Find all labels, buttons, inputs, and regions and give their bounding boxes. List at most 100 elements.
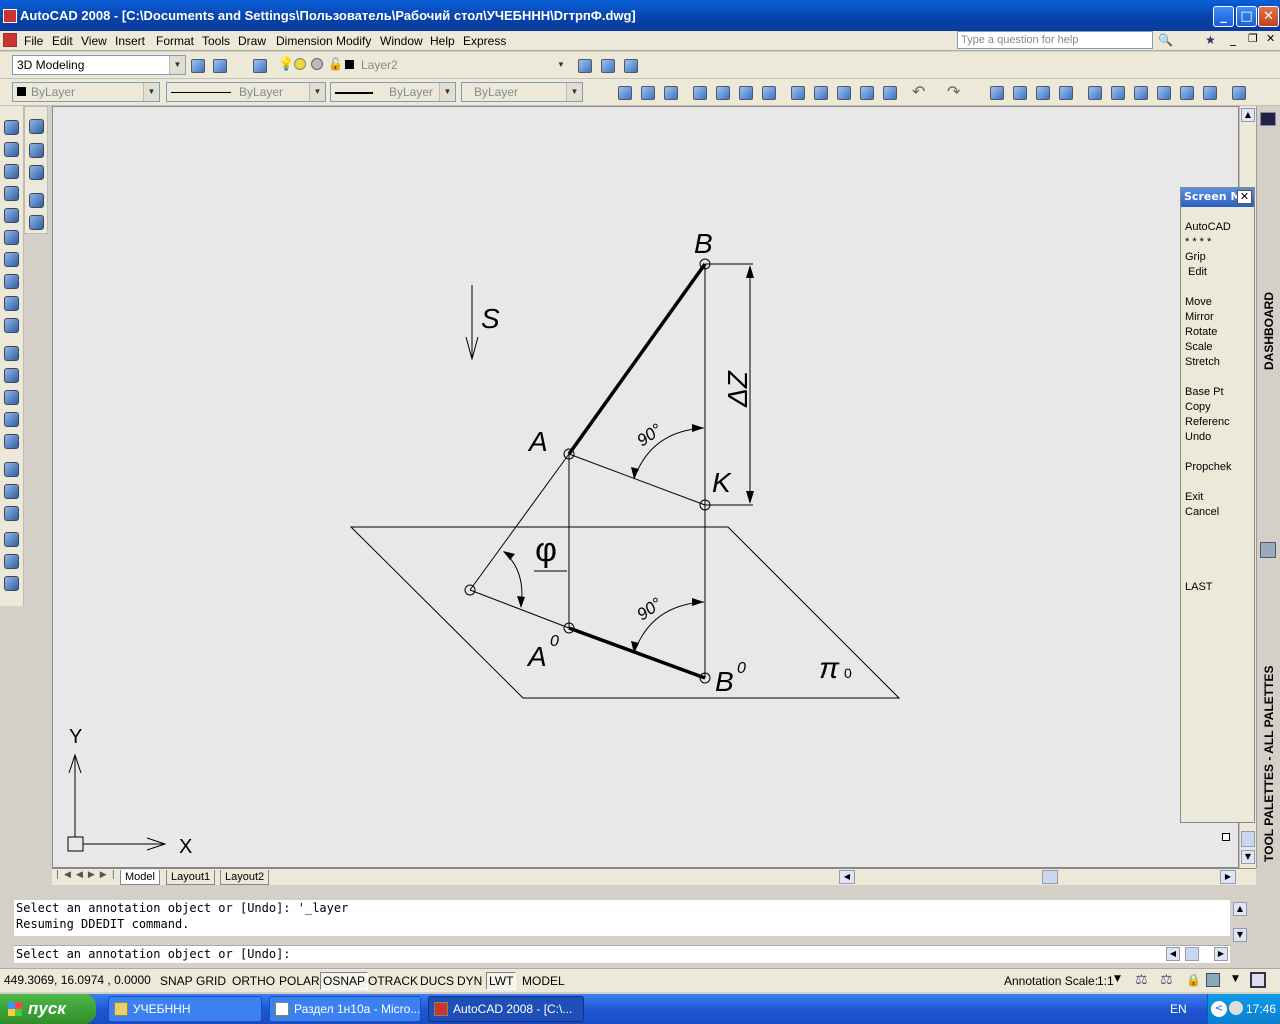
dashboard-icon[interactable] — [1260, 112, 1276, 126]
drawing-canvas[interactable]: B A K S ΔZ φ A 0 B 0 π 0 90° 90° Y X — [52, 106, 1239, 868]
sphere-icon[interactable] — [1, 206, 21, 224]
screen-menu-item[interactable]: LAST — [1185, 581, 1213, 593]
menu-dimension[interactable]: Dimension — [276, 34, 333, 48]
help-icon[interactable] — [1229, 83, 1247, 101]
sweep-icon[interactable] — [1, 388, 21, 406]
loft-icon[interactable] — [1, 432, 21, 450]
layer-properties-icon[interactable] — [250, 56, 268, 74]
chevron-down-icon[interactable]: ▼ — [1232, 974, 1239, 984]
tolerance-icon[interactable] — [26, 213, 46, 231]
resize-grip-icon[interactable] — [1222, 833, 1230, 841]
baseline-dimension-icon[interactable] — [26, 163, 46, 181]
cmd-hscroll-thumb[interactable] — [1185, 947, 1199, 961]
pyramid-icon[interactable] — [1, 272, 21, 290]
language-indicator[interactable]: EN — [1170, 1002, 1187, 1016]
screen-menu-item[interactable]: Scale — [1185, 341, 1213, 353]
cut-icon[interactable] — [788, 83, 806, 101]
toolbar-lock-icon[interactable]: 🔒 — [1186, 973, 1201, 987]
plotstyle-select[interactable]: ByLayer ▼ — [461, 82, 583, 102]
screen-menu-item[interactable]: Copy — [1185, 401, 1211, 413]
publish-icon[interactable] — [736, 83, 754, 101]
lineweight-select[interactable]: ByLayer ▼ — [330, 82, 456, 102]
menu-tools[interactable]: Tools — [202, 34, 230, 48]
sheet-set-icon[interactable] — [1154, 83, 1172, 101]
zoom-realtime-icon[interactable] — [1010, 83, 1028, 101]
undo-icon[interactable]: ↶ — [912, 82, 925, 101]
layer-select[interactable]: Layer2 ▼ — [356, 55, 570, 75]
color-select[interactable]: ByLayer ▼ — [12, 82, 160, 102]
lwt-toggle[interactable]: LWT — [486, 972, 517, 990]
tool-palettes-icon[interactable] — [1260, 542, 1276, 558]
ducs-toggle[interactable]: DUCS — [417, 972, 457, 990]
screen-menu-item[interactable]: Mirror — [1185, 311, 1214, 323]
taskbar-item-folder[interactable]: УЧЕБННН — [108, 996, 262, 1022]
clean-screen-icon[interactable] — [1250, 972, 1266, 988]
annotation-scale-value[interactable]: 1:1 — [1097, 974, 1114, 988]
hscroll-thumb[interactable] — [1042, 870, 1058, 884]
lock-icon[interactable]: 🔓 — [328, 57, 343, 71]
workspace-settings-icon[interactable] — [188, 56, 206, 74]
screen-menu-item[interactable]: Cancel — [1185, 506, 1219, 518]
otrack-toggle[interactable]: OTRACK — [365, 972, 421, 990]
plot-preview-icon[interactable] — [713, 83, 731, 101]
workspace-select[interactable]: 3D Modeling ▼ — [12, 55, 186, 75]
screen-menu-item[interactable]: Grip — [1185, 251, 1206, 263]
model-toggle[interactable]: MODEL — [519, 972, 568, 990]
lightbulb-icon[interactable]: 💡 — [278, 57, 294, 72]
design-center-icon[interactable] — [1108, 83, 1126, 101]
menu-format[interactable]: Format — [156, 34, 194, 48]
autocad-app-icon[interactable] — [3, 9, 17, 23]
segment-ab[interactable] — [567, 262, 707, 456]
intersect-icon[interactable] — [1, 504, 21, 522]
copy-icon[interactable] — [811, 83, 829, 101]
dyn-toggle[interactable]: DYN — [454, 972, 485, 990]
sun-icon[interactable] — [294, 58, 306, 70]
polar-toggle[interactable]: POLAR — [276, 972, 323, 990]
screen-menu-item[interactable]: Stretch — [1185, 356, 1220, 368]
taskbar-item-autocad[interactable]: AutoCAD 2008 - [C:\... — [428, 996, 584, 1022]
paste-icon[interactable] — [834, 83, 852, 101]
screen-menu-item[interactable]: Base Pt — [1185, 386, 1224, 398]
chevron-down-icon[interactable]: ▼ — [1114, 974, 1121, 984]
menu-help[interactable]: Help — [430, 34, 455, 48]
block-editor-icon[interactable] — [880, 83, 898, 101]
open-icon[interactable] — [638, 83, 656, 101]
help-search-input[interactable]: Type a question for help — [957, 31, 1153, 49]
3d-dwf-icon[interactable] — [759, 83, 777, 101]
subtract-icon[interactable] — [1, 482, 21, 500]
make-current-layer-icon[interactable] — [575, 56, 593, 74]
extrude-icon[interactable] — [1, 344, 21, 362]
scroll-up-button[interactable]: ▲ — [1241, 108, 1255, 122]
tab-layout2[interactable]: Layout2 — [220, 870, 270, 885]
linetype-select[interactable]: ByLayer ▼ — [166, 82, 326, 102]
scroll-left-button[interactable]: ◀ — [839, 870, 855, 884]
match-properties-icon[interactable] — [857, 83, 875, 101]
pan-icon[interactable] — [987, 83, 1005, 101]
screen-menu-close-button[interactable]: ✕ — [1237, 190, 1252, 204]
menu-view[interactable]: View — [81, 34, 107, 48]
new-icon[interactable] — [615, 83, 633, 101]
cmd-hscroll-left[interactable]: ◀ — [1166, 947, 1180, 961]
auto-scale-icon[interactable]: ⚖ — [1160, 972, 1173, 988]
layer-previous-icon[interactable] — [598, 56, 616, 74]
ortho-toggle[interactable]: ORTHO — [229, 972, 278, 990]
scroll-down-button[interactable]: ▼ — [1241, 850, 1255, 864]
save-icon[interactable] — [661, 83, 679, 101]
line-a-extension[interactable] — [469, 453, 570, 591]
close-button[interactable]: ✕ — [1258, 6, 1279, 27]
coordinates-readout[interactable]: 449.3069, 16.0974 , 0.0000 — [4, 973, 151, 987]
redo-icon[interactable]: ↷ — [947, 82, 960, 101]
layer-states-icon[interactable] — [621, 56, 639, 74]
doc-restore-button[interactable]: ❐ — [1248, 32, 1258, 45]
grid-toggle[interactable]: GRID — [193, 972, 229, 990]
3d-rotate-icon[interactable] — [1, 552, 21, 570]
linear-dimension-icon[interactable] — [26, 117, 46, 135]
screen-menu-item[interactable]: Move — [1185, 296, 1212, 308]
menu-modify[interactable]: Modify — [336, 34, 371, 48]
screen-menu-item[interactable]: * * * * — [1185, 236, 1211, 248]
osnap-toggle[interactable]: OSNAP — [320, 972, 369, 990]
screen-menu-item[interactable]: Rotate — [1185, 326, 1217, 338]
star-icon[interactable]: ★ — [1205, 33, 1216, 47]
doc-close-button[interactable]: ✕ — [1266, 32, 1275, 45]
document-icon[interactable] — [3, 33, 17, 47]
